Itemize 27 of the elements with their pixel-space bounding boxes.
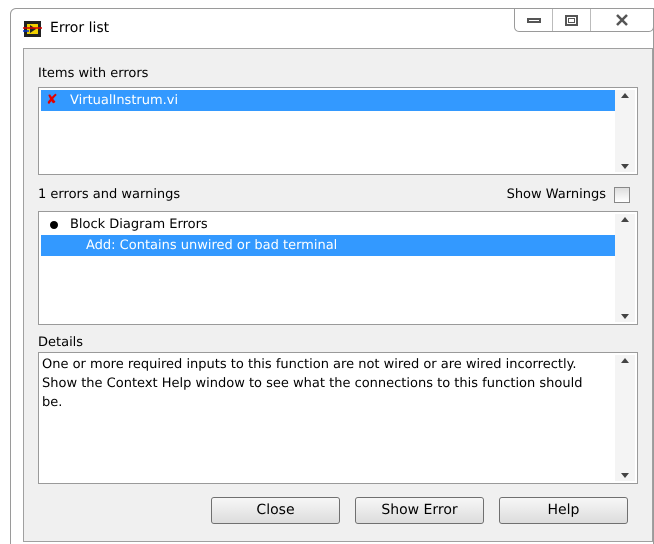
show-warnings-checkbox[interactable] xyxy=(614,187,630,203)
scrollbar[interactable] xyxy=(615,214,635,322)
error-icon: ✘ xyxy=(46,90,64,111)
window-title: Error list xyxy=(50,19,110,38)
close-icon xyxy=(615,14,629,26)
details-label: Details xyxy=(38,334,84,352)
tree-item[interactable]: Block Diagram Errors xyxy=(41,214,615,235)
error-message: Add: Contains unwired or bad terminal xyxy=(86,236,338,255)
dialog-button[interactable]: Close xyxy=(211,497,340,524)
scroll-down-icon[interactable] xyxy=(621,473,629,478)
scrollbar[interactable] xyxy=(615,90,635,172)
group-label: Block Diagram Errors xyxy=(70,216,208,234)
dialog-button[interactable]: Show Error xyxy=(355,497,484,524)
bullet-icon xyxy=(50,220,58,228)
scroll-up-icon[interactable] xyxy=(621,358,629,363)
dialog-button[interactable]: Help xyxy=(499,497,628,524)
scroll-down-icon[interactable] xyxy=(621,164,629,169)
scroll-down-icon[interactable] xyxy=(621,314,629,319)
scrollbar[interactable] xyxy=(615,355,635,481)
items-label: Items with errors xyxy=(38,65,150,83)
scroll-up-icon[interactable] xyxy=(621,217,629,222)
show-warnings-label: Show Warnings xyxy=(506,186,606,204)
details-text: One or more required inputs to this function are not wired or are wired incorrectly. Show the Context Help window to see what the connections to this function should be. xyxy=(41,356,584,412)
errors-count-label: 1 errors and warnings xyxy=(38,186,180,204)
scroll-up-icon[interactable] xyxy=(621,93,629,98)
item-name: VirtualInstrum.vi xyxy=(70,92,178,110)
app-icon xyxy=(23,20,42,36)
